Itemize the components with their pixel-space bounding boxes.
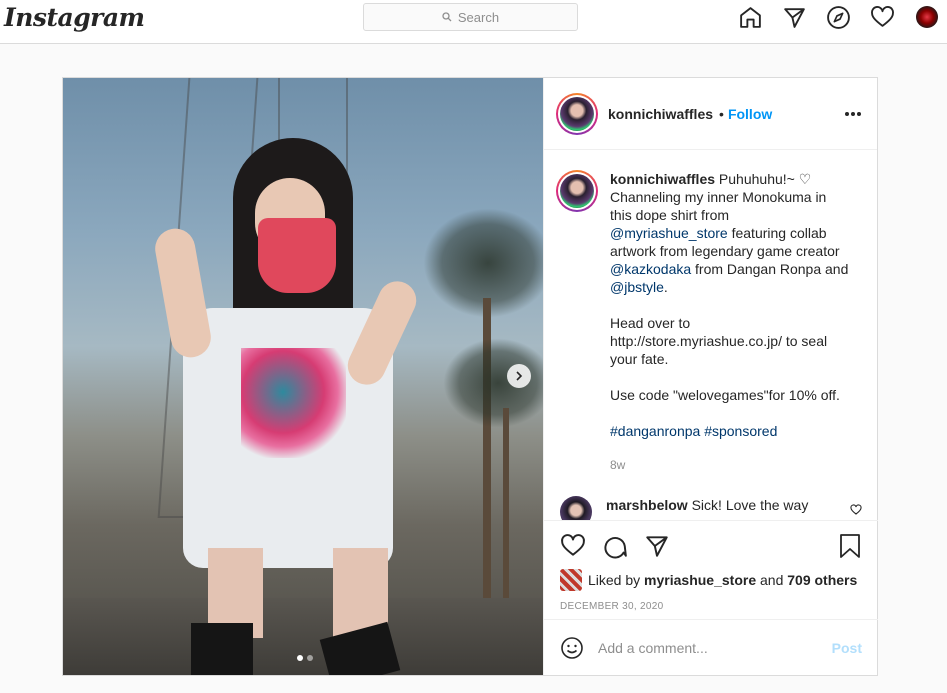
likes-summary: Liked by myriashue_store and 709 others bbox=[560, 569, 857, 591]
comment-item: marshbelow Sick! Love the way bbox=[556, 496, 862, 520]
person-boot bbox=[191, 623, 253, 675]
ground bbox=[63, 598, 543, 675]
author-username[interactable]: konnichiwaffles bbox=[608, 106, 713, 122]
carousel-indicator bbox=[295, 655, 315, 661]
bookmark-icon[interactable] bbox=[838, 533, 862, 559]
palm-trunk bbox=[503, 408, 509, 608]
caption-text: from Dangan Ronpa and bbox=[691, 261, 849, 277]
emoji-icon[interactable] bbox=[560, 636, 584, 660]
carousel-dot-active bbox=[297, 655, 303, 661]
post-date[interactable]: DECEMBER 30, 2020 bbox=[560, 601, 663, 612]
post-container: konnichiwaffles • Follow konnichiwaffles… bbox=[62, 77, 878, 676]
caption-line: this dope shirt from bbox=[610, 207, 730, 223]
explore-icon[interactable] bbox=[825, 4, 851, 30]
direct-icon[interactable] bbox=[781, 4, 807, 30]
separator-dot: • bbox=[719, 105, 724, 122]
liker-avatar[interactable] bbox=[560, 569, 582, 591]
caption-paragraph: Use code "welovegames"for 10% off. bbox=[610, 387, 840, 403]
add-comment-bar: Add a comment... Post bbox=[544, 619, 878, 676]
search-placeholder: Search bbox=[457, 9, 500, 25]
chevron-right-icon bbox=[516, 371, 523, 381]
carousel-dot bbox=[307, 655, 313, 661]
caption-line: Channeling my inner Monokuma in bbox=[610, 189, 827, 205]
caption-timestamp[interactable]: 8w bbox=[610, 456, 850, 474]
comment-text: Sick! Love the way bbox=[691, 497, 809, 513]
instagram-logo[interactable]: Instagram bbox=[4, 3, 145, 32]
shirt-graphic bbox=[241, 348, 346, 458]
search-icon bbox=[442, 12, 452, 22]
comments-section[interactable]: konnichiwaffles Puhuhuhu!~ ♡ Channeling … bbox=[544, 150, 878, 520]
top-navigation-bar: Instagram Search bbox=[0, 0, 947, 44]
home-icon[interactable] bbox=[737, 4, 763, 30]
share-direct-icon[interactable] bbox=[644, 533, 670, 559]
carousel-next-button[interactable] bbox=[507, 364, 531, 388]
caption-avatar[interactable] bbox=[556, 170, 598, 212]
comment-like-heart-icon[interactable] bbox=[850, 504, 862, 516]
post-caption: konnichiwaffles Puhuhuhu!~ ♡ Channeling … bbox=[556, 170, 862, 474]
hashtags[interactable]: #danganronpa #sponsored bbox=[610, 422, 850, 440]
caption-paragraph: Head over to http://store.myriashue.co.j… bbox=[610, 315, 828, 367]
more-options-icon[interactable] bbox=[843, 112, 861, 116]
profile-avatar[interactable] bbox=[916, 6, 938, 28]
search-input[interactable]: Search bbox=[363, 3, 578, 31]
post-header: konnichiwaffles • Follow bbox=[544, 78, 877, 150]
likes-and: and bbox=[760, 572, 784, 588]
commenter-avatar[interactable] bbox=[560, 496, 592, 520]
post-side-panel: konnichiwaffles • Follow konnichiwaffles… bbox=[543, 78, 878, 675]
person-mask bbox=[258, 218, 336, 293]
mention-link[interactable]: @jbstyle bbox=[610, 279, 664, 295]
likes-prefix: Liked by bbox=[588, 572, 641, 588]
caption-line: Puhuhuhu!~ ♡ bbox=[718, 171, 812, 187]
comment-bubble-icon[interactable] bbox=[602, 533, 628, 559]
author-avatar[interactable] bbox=[556, 92, 598, 135]
comment-input[interactable]: Add a comment... bbox=[598, 640, 708, 656]
liker-username[interactable]: myriashue_store bbox=[644, 572, 756, 588]
post-comment-button[interactable]: Post bbox=[832, 640, 862, 656]
likes-count[interactable]: 709 others bbox=[787, 572, 857, 588]
follow-button[interactable]: Follow bbox=[728, 106, 772, 122]
post-photo[interactable] bbox=[63, 78, 543, 675]
caption-username[interactable]: konnichiwaffles bbox=[610, 171, 715, 187]
like-heart-icon[interactable] bbox=[560, 533, 586, 559]
post-actions: Liked by myriashue_store and 709 others … bbox=[544, 520, 878, 675]
activity-heart-icon[interactable] bbox=[869, 4, 895, 30]
mention-link[interactable]: @kazkodaka bbox=[610, 261, 691, 277]
caption-text: . bbox=[663, 279, 668, 295]
commenter-username[interactable]: marshbelow bbox=[606, 497, 688, 513]
mention-link[interactable]: @myriashue_store bbox=[610, 225, 728, 241]
